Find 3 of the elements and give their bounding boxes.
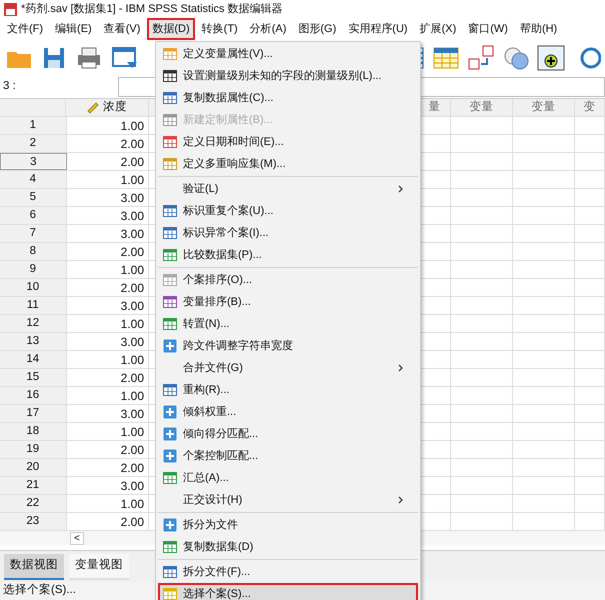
status-text: 选择个案(S)... — [3, 582, 76, 598]
window-title: *药剂.sav [数据集1] - IBM SPSS Statistics 数据编辑器 — [21, 2, 283, 17]
cell-label: 3 : — [2, 79, 17, 94]
